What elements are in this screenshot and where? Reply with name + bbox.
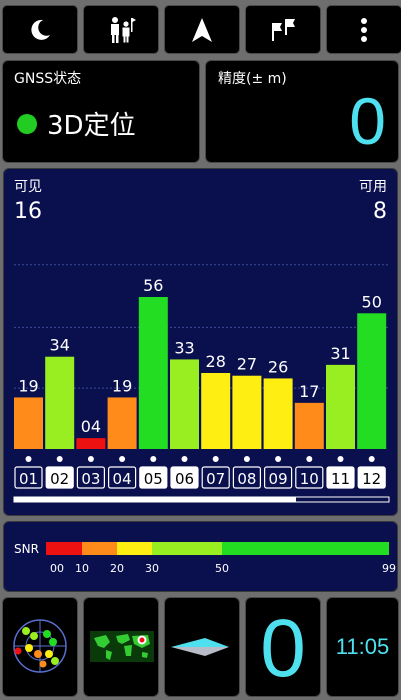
snr-tick-label: 20 [110, 562, 124, 575]
prn-label: 03 [81, 470, 100, 488]
snr-bar [170, 359, 199, 449]
satellite-marker-dot [275, 456, 282, 462]
prn-label: 06 [175, 470, 194, 488]
snr-tick-label: 00 [50, 562, 64, 575]
prn-label: 05 [144, 470, 163, 488]
bar-value-label: 34 [50, 336, 70, 355]
snr-tick-label: 30 [145, 562, 159, 575]
satellite-marker-dot [119, 456, 126, 462]
snr-bar [294, 402, 324, 449]
prn-label: 08 [237, 470, 256, 488]
chart-plot-area: 19 01 34 02 04 03 19 04 56 05 33 06 28 07 27 08 26 09 17 10… [13, 264, 390, 503]
snr-scale-segment [152, 542, 222, 555]
share-location-button[interactable] [83, 5, 159, 54]
snr-scale-segment [46, 542, 82, 555]
navigation-button[interactable] [164, 5, 240, 54]
more-vert-icon [361, 17, 367, 42]
speed-panel[interactable]: 0 [245, 597, 321, 697]
bar-value-label: 31 [330, 344, 350, 363]
snr-label: SNR [14, 542, 39, 556]
satellite-marker-dot [56, 456, 63, 462]
world-map-icon [90, 631, 154, 662]
people-icon [111, 16, 136, 43]
night-mode-button[interactable] [2, 5, 78, 54]
accuracy-label: 精度(± m) [218, 71, 287, 87]
prn-label: 02 [50, 470, 69, 488]
sky-view-button[interactable] [2, 597, 78, 697]
snr-scale-panel: SNR 00 10 20 30 50 99 [3, 521, 398, 592]
prn-label: 01 [19, 470, 38, 488]
snr-bar [263, 378, 293, 449]
bar-value-label: 17 [299, 382, 319, 401]
satellite-marker-dot [87, 456, 94, 462]
bar-value-label: 27 [237, 355, 257, 374]
satellite-marker-dot [150, 456, 157, 462]
snr-bar [107, 397, 137, 449]
satellite-marker-dot [181, 456, 188, 462]
waypoints-button[interactable] [245, 5, 321, 54]
snr-bar [201, 373, 231, 449]
snr-bar [76, 438, 106, 449]
satellite-marker-dot [25, 456, 32, 462]
prn-label: 11 [331, 470, 350, 488]
prn-label: 07 [206, 470, 225, 488]
fix-status-text: 3D定位 [47, 111, 136, 141]
snr-bar [232, 375, 262, 449]
gnss-status-label: GNSS状态 [14, 71, 82, 87]
snr-bar [45, 356, 75, 449]
satellite-marker-dot [337, 456, 344, 462]
bar-value-label: 26 [268, 357, 288, 376]
snr-scale-segment [222, 542, 389, 555]
menu-button[interactable] [326, 5, 401, 54]
accuracy-panel[interactable]: 精度(± m) 0 [205, 60, 399, 163]
bar-value-label: 19 [112, 376, 132, 395]
clock-time: 11:05 [335, 634, 390, 659]
speed-value: 0 [260, 603, 306, 694]
snr-tick-label: 50 [215, 562, 229, 575]
flags-icon [272, 18, 295, 41]
snr-bar [138, 297, 168, 449]
prn-label: 04 [113, 470, 132, 488]
prn-label: 09 [269, 470, 288, 488]
bar-value-label: 56 [143, 276, 163, 295]
snr-scale-segment [117, 542, 152, 555]
satellite-marker-dot [306, 456, 313, 462]
bar-value-label: 28 [206, 352, 226, 371]
navigation-arrow-icon [192, 17, 212, 42]
bar-value-label: 04 [81, 417, 101, 436]
scroll-thumb [14, 497, 296, 502]
snr-bar [326, 364, 355, 449]
satellite-marker-dot [368, 456, 375, 462]
compass-button[interactable] [164, 597, 240, 697]
satellite-marker-dot [243, 456, 250, 462]
snr-scale-segment [82, 542, 117, 555]
prn-label: 10 [300, 470, 319, 488]
snr-tick-label: 10 [75, 562, 89, 575]
clock-panel[interactable]: 11:05 [326, 597, 399, 697]
sky-plot-icon [13, 619, 67, 673]
satellite-marker-dot [212, 456, 219, 462]
moon-icon [31, 19, 50, 40]
compass-needle-icon [171, 638, 229, 656]
prn-label: 12 [362, 470, 381, 488]
bar-value-label: 33 [174, 338, 194, 357]
bar-value-label: 50 [362, 292, 382, 311]
snr-scale: SNR 00 10 20 30 50 99 [14, 542, 396, 575]
bar-value-label: 19 [18, 376, 38, 395]
snr-bar [14, 397, 43, 449]
accuracy-value: 0 [349, 84, 386, 158]
map-button[interactable] [83, 597, 159, 697]
snr-bar [357, 313, 387, 449]
satellite-snr-chart[interactable]: 可见 16 可用 8 19 01 34 02 04 03 19 04 56 05 33 06 28 07 2… [3, 168, 398, 516]
snr-tick-label: 99 [382, 562, 396, 575]
fix-status-dot [17, 114, 37, 134]
gnss-status-panel[interactable]: GNSS状态 3D定位 [2, 60, 200, 163]
